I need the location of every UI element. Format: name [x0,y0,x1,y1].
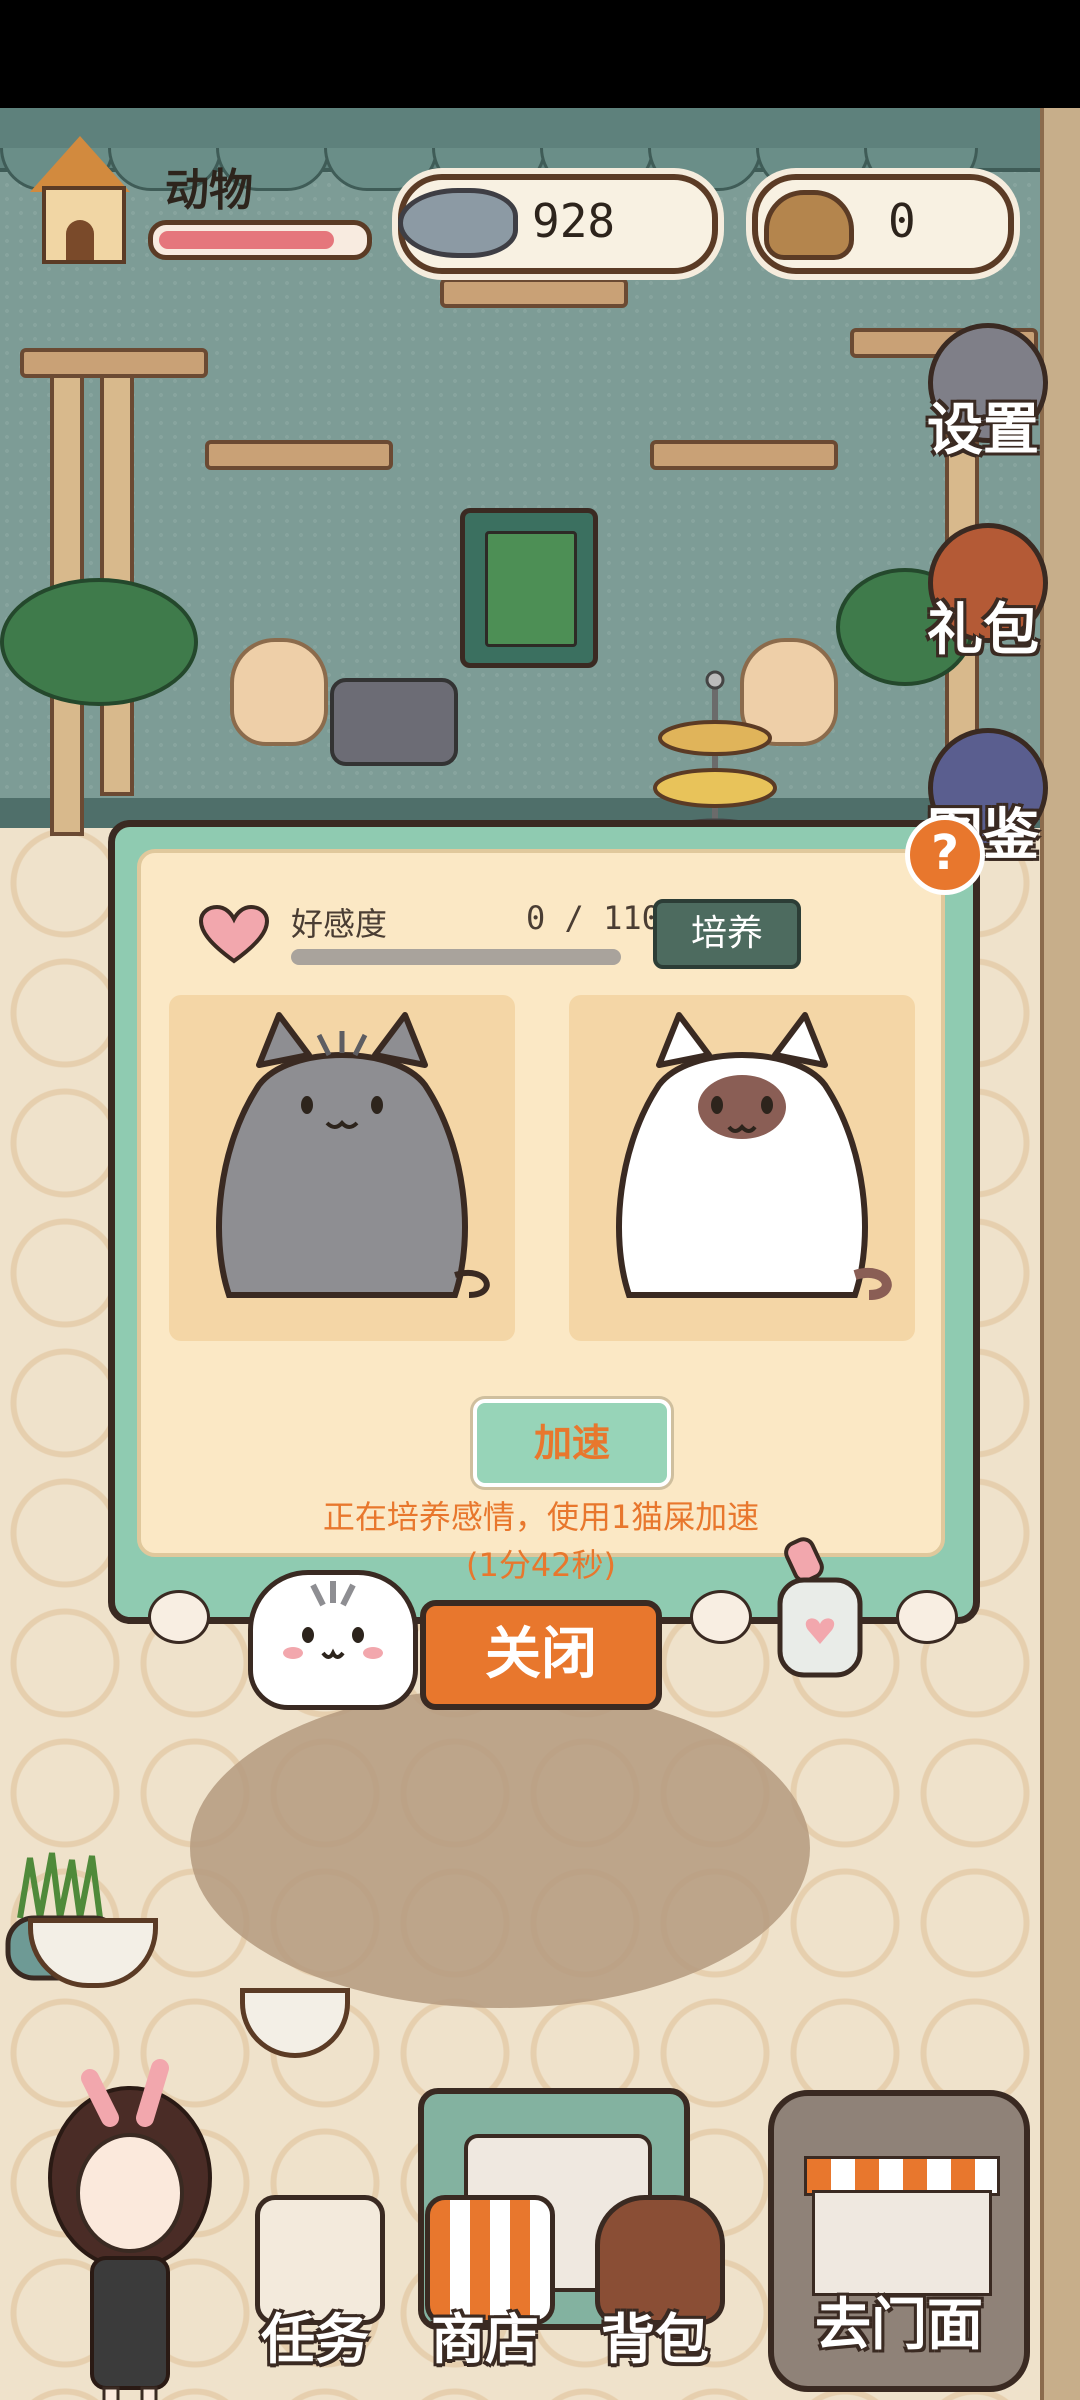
fish-value: 928 [532,194,616,248]
shopkeeper-girl-avatar[interactable] [30,2058,230,2400]
photo-album-icon[interactable] [460,508,598,668]
round-rug [190,1688,810,2008]
camera-icon [330,678,458,766]
affection-count: 0 / 110 [526,899,661,937]
help-button[interactable]: ? [905,815,985,895]
poop-icon [764,190,854,260]
shop-button[interactable]: 商店 [410,2195,560,2375]
cat-tree-shelf [650,440,838,470]
affection-popup: 好感度 0 / 110 培养 加速 正在培养感情，使用1猫屎加速 (1分42秒) [108,820,980,1624]
milk-bottle-icon [760,1530,880,1680]
cat-tree-shelf [205,440,393,470]
close-button[interactable]: 关闭 [420,1600,662,1710]
paw-print-decor [690,1590,752,1644]
popup-content: 好感度 0 / 110 培养 加速 正在培养感情，使用1猫屎加速 (1分42秒) [137,849,945,1584]
cat-card-left[interactable] [169,995,515,1341]
train-button[interactable]: 培养 [653,899,801,969]
hanging-plant [0,578,198,706]
backpack-label: 背包 [601,2308,709,2371]
paw-print-decor [896,1590,958,1644]
house-icon[interactable] [20,136,140,266]
poop-value: 0 [888,194,916,248]
heart-icon [198,904,270,965]
status-bar [0,0,1080,108]
paw-pad-decor [230,638,328,746]
settings-label: 设置 [927,398,1039,463]
speedup-button[interactable]: 加速 [473,1399,671,1487]
health-bar-fill [159,231,334,249]
player-name: 动物 [165,165,253,216]
affection-label: 好感度 [291,905,388,943]
fish-icon [398,188,518,258]
house-door [66,220,94,260]
siamese-cat-icon [616,1012,892,1300]
paw-print-decor [148,1590,210,1644]
tabby-cat-mascot [248,1570,418,1710]
affection-progress-bar [291,949,621,965]
album-cover [485,531,577,647]
gift-pack-button[interactable]: 礼包 [918,523,1048,663]
backpack-button[interactable]: 背包 [580,2195,730,2375]
house-roof [30,136,130,192]
cat-tree-shelf [20,348,208,378]
go-storefront-label: 去门面 [815,2293,983,2358]
tasks-button[interactable]: 任务 [240,2195,390,2375]
gray-cat-icon [216,1012,490,1298]
poop-currency-panel[interactable]: 0 [752,174,1014,274]
cat-tree-shelf [440,278,628,308]
health-bar [148,220,372,260]
fish-currency-panel[interactable]: 928 [398,174,718,274]
gift-pack-label: 礼包 [927,598,1039,663]
settings-button[interactable]: 设置 [918,323,1048,463]
tasks-label: 任务 [261,2308,369,2371]
go-storefront-button[interactable]: 去门面 [768,2090,1030,2392]
cat-card-right[interactable] [569,995,915,1341]
shop-label: 商店 [431,2308,539,2371]
cake-stand-icon [650,668,780,838]
